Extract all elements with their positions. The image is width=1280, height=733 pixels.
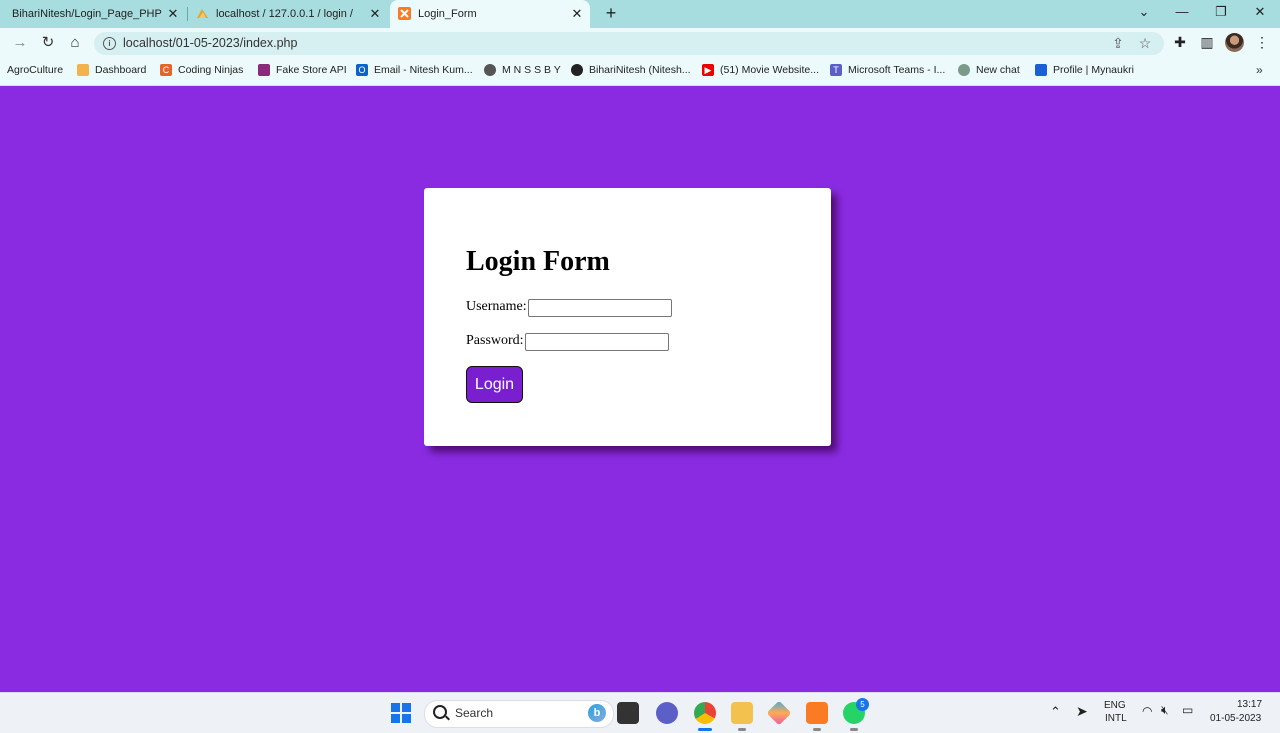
bookmarks-bar: AgroCulture Dashboard C Coding Ninjas Fak… (0, 58, 1280, 86)
globe-icon (484, 64, 496, 76)
side-panel-icon[interactable]: ▥ (1198, 34, 1216, 51)
password-label: Password: (466, 333, 524, 348)
restore-icon[interactable]: ❐ (1211, 4, 1231, 20)
tab-title: localhost / 127.0.0.1 / login / info (216, 8, 356, 20)
bookmark-fake-store-api[interactable]: Fake Store API (258, 64, 347, 76)
bookmark-coding-ninjas[interactable]: C Coding Ninjas (160, 64, 243, 76)
close-tab-icon[interactable]: ✕ (368, 6, 382, 22)
bookmark-dashboard[interactable]: Dashboard (77, 64, 146, 76)
tab-title: BihariNitesh/Login_Page_PHP (12, 8, 162, 20)
lang-line1[interactable]: ENG (1104, 700, 1126, 711)
profile-avatar[interactable] (1225, 33, 1244, 52)
location-icon[interactable]: ➤ (1076, 703, 1088, 720)
bookmark-star-icon[interactable]: ☆ (1137, 35, 1153, 52)
windows-taskbar: Search b 5 ⌃ ➤ ENG INTL ◠ 🔇︎ ▭ 13:17 01-… (0, 692, 1280, 733)
site-info-icon[interactable]: i (103, 37, 116, 50)
tab-phpmyadmin[interactable]: localhost / 127.0.0.1 / login / info ✕ (190, 0, 388, 28)
bookmark-label: M N S S B Y (502, 64, 561, 76)
bookmark-youtube[interactable]: ▶ (51) Movie Website... (702, 64, 819, 76)
search-placeholder: Search (455, 706, 494, 720)
coding-ninjas-icon: C (160, 64, 172, 76)
bing-icon[interactable]: b (588, 704, 606, 722)
login-card: Login Form Username: Password: Login (424, 188, 831, 446)
bookmark-agroculture[interactable]: AgroCulture (7, 64, 63, 76)
bookmark-label: Fake Store API (276, 64, 347, 76)
browser-toolbar: → ↻ ⌂ i localhost/01-05-2023/index.php ⇪… (0, 28, 1280, 58)
bookmark-label: New chat (976, 64, 1020, 76)
xampp-icon (398, 7, 411, 20)
tab-github-repo[interactable]: BihariNitesh/Login_Page_PHP ✕ (0, 0, 186, 28)
bookmark-label: Email - Nitesh Kum... (374, 64, 473, 76)
password-input[interactable] (525, 333, 669, 351)
clock-time[interactable]: 13:17 (1237, 699, 1262, 710)
bookmark-label: AgroCulture (7, 64, 64, 76)
file-explorer-icon[interactable] (731, 702, 753, 731)
bookmark-label: Dashboard (95, 64, 147, 76)
tab-separator (187, 7, 188, 21)
dashboard-icon (77, 64, 89, 76)
tab-login-form-active[interactable]: Login_Form ✕ (390, 0, 590, 28)
bookmark-label: BihariNitesh (Nitesh... (589, 64, 691, 76)
bookmark-new-chat[interactable]: New chat (958, 64, 1020, 76)
mynaukri-icon (1035, 64, 1047, 76)
bookmark-label: Coding Ninjas (178, 64, 244, 76)
fake-store-icon (258, 64, 270, 76)
phpmyadmin-icon (197, 9, 208, 18)
bookmark-label: Microsoft Teams - I... (848, 64, 946, 76)
wifi-icon[interactable]: ◠ (1142, 704, 1152, 718)
vscode-alt-icon[interactable] (766, 700, 792, 726)
bookmark-microsoft-teams[interactable]: T Microsoft Teams - I... (830, 64, 945, 76)
new-tab-icon[interactable]: + (603, 3, 619, 24)
youtube-icon: ▶ (702, 64, 714, 76)
close-tab-icon[interactable]: ✕ (570, 6, 584, 22)
bookmark-email[interactable]: O Email - Nitesh Kum... (356, 64, 473, 76)
close-window-icon[interactable]: ✕ (1250, 4, 1270, 20)
lang-line2[interactable]: INTL (1105, 713, 1127, 724)
running-indicator (813, 728, 821, 731)
more-menu-icon[interactable]: ⋮ (1253, 34, 1271, 51)
bookmark-label: (51) Movie Website... (720, 64, 820, 76)
address-bar[interactable]: i localhost/01-05-2023/index.php ⇪ ☆ (94, 32, 1164, 55)
username-label: Username: (466, 299, 527, 314)
username-input[interactable] (528, 299, 672, 317)
outlook-icon: O (356, 64, 368, 76)
running-indicator (850, 728, 858, 731)
reload-icon[interactable]: ↻ (38, 33, 58, 53)
xampp-taskbar-icon[interactable] (806, 702, 828, 731)
bookmark-mynaukri[interactable]: Profile | Mynaukri (1035, 64, 1134, 76)
running-indicator (738, 728, 746, 731)
task-view-icon[interactable] (617, 702, 639, 724)
battery-icon[interactable]: ▭ (1182, 703, 1193, 717)
teams-chat-icon[interactable] (656, 702, 678, 724)
login-button[interactable]: Login (466, 366, 523, 403)
tab-title: Login_Form (418, 8, 477, 20)
tab-bar: BihariNitesh/Login_Page_PHP ✕ localhost … (0, 0, 1280, 28)
close-tab-icon[interactable]: ✕ (166, 6, 180, 22)
search-icon (433, 705, 447, 719)
windows-start-icon[interactable] (391, 703, 411, 723)
bookmark-mnssby[interactable]: M N S S B Y (484, 64, 561, 76)
bookmark-label: Profile | Mynaukri (1053, 64, 1134, 76)
teams-icon: T (830, 64, 842, 76)
extensions-icon[interactable]: ✚ (1171, 34, 1189, 51)
running-indicator (698, 728, 712, 731)
forward-icon[interactable]: → (10, 33, 30, 53)
show-hidden-icons-chevron[interactable]: ⌃ (1050, 704, 1061, 720)
whatsapp-notification-badge: 5 (856, 698, 869, 711)
clock-date[interactable]: 01-05-2023 (1210, 713, 1261, 724)
more-bookmarks-icon[interactable]: » (1256, 63, 1263, 77)
url-text[interactable]: localhost/01-05-2023/index.php (123, 36, 297, 50)
minimize-icon[interactable]: — (1172, 4, 1192, 19)
share-icon[interactable]: ⇪ (1110, 35, 1126, 52)
taskbar-search-box[interactable]: Search b (424, 700, 614, 728)
chatgpt-icon (958, 64, 970, 76)
home-icon[interactable]: ⌂ (65, 33, 85, 53)
speaker-muted-icon[interactable]: 🔇︎ (1161, 703, 1169, 718)
tab-search-chevron-icon[interactable]: ⌄ (1134, 4, 1154, 20)
chrome-icon[interactable] (694, 702, 716, 731)
form-title: Login Form (466, 246, 610, 277)
bookmark-github[interactable]: BihariNitesh (Nitesh... (571, 64, 691, 76)
github-icon (571, 64, 583, 76)
